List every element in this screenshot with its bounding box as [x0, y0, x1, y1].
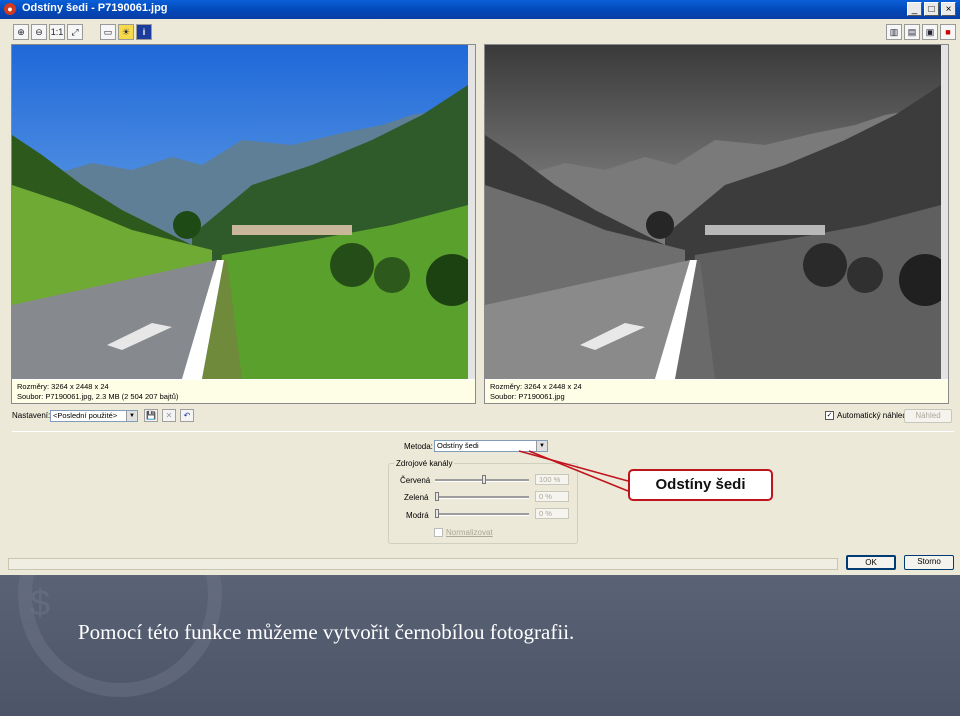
info-icon[interactable]: i — [136, 24, 152, 40]
red-channel-spinner[interactable]: 100 % — [535, 474, 569, 485]
green-channel-slider[interactable] — [435, 496, 529, 499]
green-channel-spinner[interactable]: 0 % — [535, 491, 569, 502]
method-select[interactable]: Odstíny šedi ▼ — [434, 440, 548, 452]
slide-caption: Pomocí této funkce můžeme vytvořit černo… — [78, 620, 575, 644]
undo-icon[interactable]: ↶ — [180, 409, 194, 422]
sun-icon[interactable]: ☀ — [118, 24, 134, 40]
blue-channel-slider-thumb[interactable] — [435, 509, 439, 518]
method-value: Odstíny šedi — [437, 441, 479, 450]
vertical-scrollbar[interactable] — [941, 45, 948, 379]
fit-window-icon[interactable]: ⤢ — [67, 24, 83, 40]
original-image-pane: Rozměry: 3264 x 2448 x 24 Soubor: P71900… — [11, 44, 476, 404]
green-channel-slider-thumb[interactable] — [435, 492, 439, 501]
close-button[interactable]: × — [941, 2, 956, 16]
picture-icon[interactable]: ▭ — [100, 24, 116, 40]
split-horizontal-icon[interactable]: ▤ — [904, 24, 920, 40]
preview-button[interactable]: Náhled — [904, 409, 952, 423]
zoom-in-icon[interactable]: ⊕ — [13, 24, 29, 40]
source-channels-label: Zdrojové kanály — [394, 459, 455, 468]
blue-channel-spinner[interactable]: 0 % — [535, 508, 569, 519]
image-file-info: Soubor: P7190061.jpg — [490, 392, 565, 401]
image-info: Rozměry: 3264 x 2448 x 24 Soubor: P71900… — [12, 380, 475, 403]
single-view-icon[interactable]: ▣ — [922, 24, 938, 40]
auto-preview-checkbox[interactable]: ✓ — [825, 411, 834, 420]
method-label: Metoda: — [404, 442, 433, 451]
chevron-down-icon: ▼ — [126, 411, 137, 421]
settings-label: Nastavení: — [12, 411, 51, 420]
dialog-footer: OK Storno — [0, 551, 960, 575]
divider — [12, 431, 954, 432]
compare-icon[interactable]: ■ — [940, 24, 956, 40]
grayscale-dialog: ● Odstíny šedi - P7190061.jpg _ □ × ⊕ ⊖ … — [0, 0, 960, 575]
progress-bar — [8, 558, 838, 570]
delete-icon[interactable]: ✕ — [162, 409, 176, 422]
cancel-button[interactable]: Storno — [904, 555, 954, 570]
zoom-out-icon[interactable]: ⊖ — [31, 24, 47, 40]
blue-channel-label: Modrá — [406, 511, 429, 520]
chevron-down-icon: ▼ — [536, 441, 547, 451]
normalize-label: Normalizovat — [446, 528, 493, 537]
settings-select[interactable]: <Poslední použité> ▼ — [50, 410, 138, 422]
original-photo — [12, 45, 468, 379]
ok-button[interactable]: OK — [846, 555, 896, 570]
callout-box: Odstíny šedi — [628, 469, 773, 501]
red-channel-label: Červená — [400, 476, 431, 485]
svg-text:$: $ — [30, 582, 50, 623]
split-vertical-icon[interactable]: ▥ — [886, 24, 902, 40]
red-channel-slider-thumb[interactable] — [482, 475, 486, 484]
preview-image-pane: Rozměry: 3264 x 2448 x 24 Soubor: P71900… — [484, 44, 949, 404]
image-info: Rozměry: 3264 x 2448 x 24 Soubor: P71900… — [485, 380, 948, 403]
image-dimensions: Rozměry: 3264 x 2448 x 24 — [490, 382, 582, 391]
slide-background: $ Pomocí této funkce můžeme vytvořit čer… — [0, 575, 960, 716]
minimize-button[interactable]: _ — [907, 2, 922, 16]
save-icon[interactable]: 💾 — [144, 409, 158, 422]
normalize-checkbox[interactable] — [434, 528, 443, 537]
maximize-button[interactable]: □ — [924, 2, 939, 16]
decorative-watermark: $ — [18, 575, 222, 697]
blue-channel-slider[interactable] — [435, 513, 529, 516]
window-title: Odstíny šedi - P7190061.jpg — [22, 2, 168, 14]
green-channel-label: Zelená — [404, 493, 429, 502]
vertical-scrollbar[interactable] — [468, 45, 475, 379]
app-icon: ● — [4, 3, 16, 15]
image-file-info: Soubor: P7190061.jpg, 2.3 MB (2 504 207 … — [17, 392, 179, 401]
actual-size-icon[interactable]: 1:1 — [49, 24, 65, 40]
auto-preview-label: Automatický náhled — [837, 411, 907, 420]
toolbar: ⊕ ⊖ 1:1 ⤢ ▭ ☀ i ▥ ▤ ▣ ■ — [0, 20, 960, 44]
grayscale-preview-photo — [485, 45, 941, 379]
settings-value: <Poslední použité> — [53, 411, 118, 420]
title-bar: ● Odstíny šedi - P7190061.jpg _ □ × — [0, 0, 960, 19]
image-dimensions: Rozměry: 3264 x 2448 x 24 — [17, 382, 109, 391]
window-controls: _ □ × — [907, 2, 956, 16]
